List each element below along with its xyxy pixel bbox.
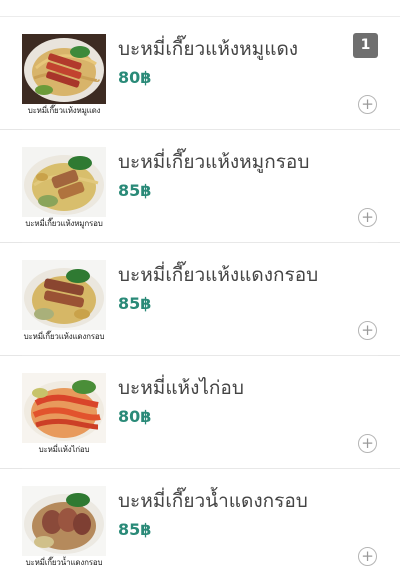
add-to-cart-button[interactable]: + (358, 95, 377, 114)
menu-item[interactable]: บะหมี่เกี๊ยวน้ำแดงกรอบ บะหมี่เกี๊ยวน้ำแด… (0, 469, 400, 582)
dish-image[interactable]: บะหมี่เกี๊ยวแห้งหมูแดง (22, 34, 106, 118)
item-name[interactable]: บะหมี่เกี๊ยวน้ำแดงกรอบ (118, 488, 348, 514)
item-price: 85฿ (118, 520, 152, 539)
dish-image[interactable]: บะหมี่เกี๊ยวน้ำแดงกรอบ (22, 486, 106, 570)
add-to-cart-button[interactable]: + (358, 547, 377, 566)
image-caption: บะหมี่เกี๊ยวแห้งหมูกรอบ (22, 217, 106, 231)
dish-image[interactable]: บะหมี่เกี๊ยวแห้งหมูกรอบ (22, 147, 106, 231)
plus-circle-icon: + (361, 434, 374, 452)
image-caption: บะหมี่แห้งไก่อบ (22, 443, 106, 457)
menu-item[interactable]: บะหมี่เกี๊ยวแห้งหมูแดง บะหมี่เกี๊ยวแห้งห… (0, 17, 400, 130)
item-price: 80฿ (118, 68, 152, 87)
add-to-cart-button[interactable]: + (358, 208, 377, 227)
add-to-cart-button[interactable]: + (358, 321, 377, 340)
item-price: 85฿ (118, 181, 152, 200)
plus-circle-icon: + (361, 208, 374, 226)
image-caption: บะหมี่เกี๊ยวแห้งแดงกรอบ (22, 330, 106, 344)
item-name[interactable]: บะหมี่แห้งไก่อบ (118, 375, 348, 401)
item-name[interactable]: บะหมี่เกี๊ยวแห้งแดงกรอบ (118, 262, 348, 288)
image-caption: บะหมี่เกี๊ยวน้ำแดงกรอบ (22, 556, 106, 570)
menu-list: บะหมี่เกี๊ยวแห้งหมูแดง บะหมี่เกี๊ยวแห้งห… (0, 17, 400, 582)
item-name[interactable]: บะหมี่เกี๊ยวแห้งหมูกรอบ (118, 149, 348, 175)
menu-item[interactable]: บะหมี่เกี๊ยวแห้งแดงกรอบ บะหมี่เกี๊ยวแห้ง… (0, 243, 400, 356)
menu-item[interactable]: บะหมี่เกี๊ยวแห้งหมูกรอบ บะหมี่เกี๊ยวแห้ง… (0, 130, 400, 243)
dish-image[interactable]: บะหมี่แห้งไก่อบ (22, 373, 106, 457)
image-caption: บะหมี่เกี๊ยวแห้งหมูแดง (22, 104, 106, 118)
plus-circle-icon: + (361, 95, 374, 113)
quantity-badge: 1 (353, 33, 378, 58)
item-name[interactable]: บะหมี่เกี๊ยวแห้งหมูแดง (118, 36, 348, 62)
item-price: 85฿ (118, 294, 152, 313)
item-price: 80฿ (118, 407, 152, 426)
add-to-cart-button[interactable]: + (358, 434, 377, 453)
menu-item[interactable]: บะหมี่แห้งไก่อบ บะหมี่แห้งไก่อบ 80฿ + (0, 356, 400, 469)
plus-circle-icon: + (361, 321, 374, 339)
plus-circle-icon: + (361, 547, 374, 565)
dish-image[interactable]: บะหมี่เกี๊ยวแห้งแดงกรอบ (22, 260, 106, 344)
